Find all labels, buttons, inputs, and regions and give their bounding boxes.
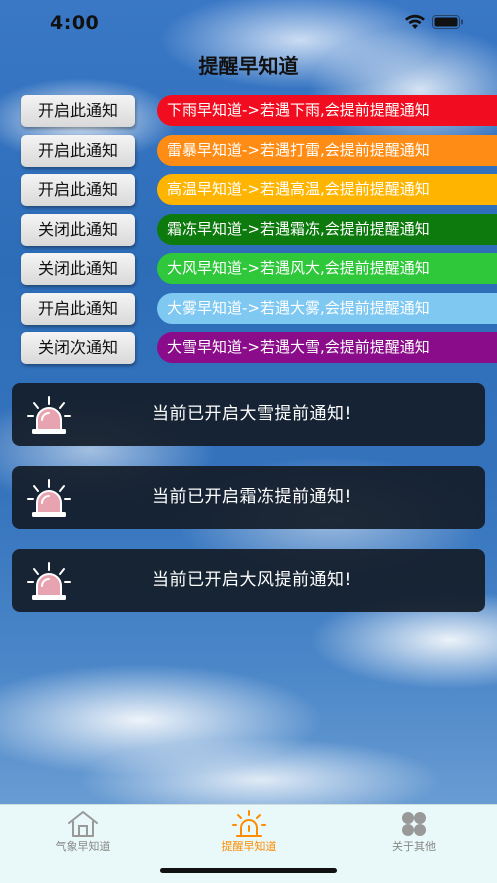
notice-card-wind: 当前已开启大风提前通知! [12,549,485,612]
alarm-light-icon [232,810,266,837]
rule-label-frost: 霜冻早知道->若遇霜冻,会提前提醒通知 [157,214,497,245]
home-indicator [160,868,337,873]
toggle-frost-button[interactable]: 关闭此通知 [21,214,135,246]
rule-label-heat: 高温早知道->若遇高温,会提前提醒通知 [157,174,497,205]
tab-label: 提醒早知道 [221,840,277,853]
status-bar: 4:00 [0,0,497,44]
toggle-rain-button[interactable]: 开启此通知 [21,95,135,127]
rule-row-wind: 关闭此通知 大风早知道->若遇风大,会提前提醒通知 [21,253,497,285]
status-time: 4:00 [50,12,100,34]
tab-label: 气象早知道 [55,840,111,853]
notice-card-snow: 当前已开启大雪提前通知! [12,383,485,446]
rule-row-fog: 开启此通知 大雾早知道->若遇大雾,会提前提醒通知 [21,293,497,325]
house-icon [68,811,98,837]
rule-row-thunder: 开启此通知 雷暴早知道->若遇打雷,会提前提醒通知 [21,135,497,167]
toggle-snow-button[interactable]: 关闭次通知 [21,332,135,364]
rule-label-fog: 大雾早知道->若遇大雾,会提前提醒通知 [157,293,497,324]
rule-label-wind: 大风早知道->若遇风大,会提前提醒通知 [157,253,497,284]
tab-label: 关于其他 [392,840,436,853]
notice-card-frost: 当前已开启霜冻提前通知! [12,466,485,529]
toggle-heat-button[interactable]: 开启此通知 [21,174,135,206]
tab-about[interactable]: 关于其他 [331,805,497,855]
tab-weather[interactable]: 气象早知道 [0,805,166,855]
alarm-light-icon [27,396,71,434]
toggle-wind-button[interactable]: 关闭此通知 [21,253,135,285]
notice-text: 当前已开启大雪提前通知! [152,404,352,424]
rule-row-rain: 开启此通知 下雨早知道->若遇下雨,会提前提醒通知 [21,95,497,127]
page-title: 提醒早知道 [198,54,299,78]
notice-text: 当前已开启霜冻提前通知! [152,487,352,507]
tab-reminder[interactable]: 提醒早知道 [166,805,332,855]
notice-text: 当前已开启大风提前通知! [152,570,352,590]
battery-icon [432,15,463,29]
toggle-fog-button[interactable]: 开启此通知 [21,293,135,325]
rule-row-heat: 开启此通知 高温早知道->若遇高温,会提前提醒通知 [21,174,497,206]
rule-row-snow: 关闭次通知 大雪早知道->若遇大雪,会提前提醒通知 [21,332,497,364]
rule-label-rain: 下雨早知道->若遇下雨,会提前提醒通知 [157,95,497,126]
rule-label-thunder: 雷暴早知道->若遇打雷,会提前提醒通知 [157,135,497,166]
grid-icon [402,812,426,836]
alarm-light-icon [27,562,71,600]
rule-label-snow: 大雪早知道->若遇大雪,会提前提醒通知 [157,332,497,363]
rule-row-frost: 关闭此通知 霜冻早知道->若遇霜冻,会提前提醒通知 [21,214,497,246]
wifi-icon [405,14,425,29]
alarm-light-icon [27,479,71,517]
toggle-thunder-button[interactable]: 开启此通知 [21,135,135,167]
